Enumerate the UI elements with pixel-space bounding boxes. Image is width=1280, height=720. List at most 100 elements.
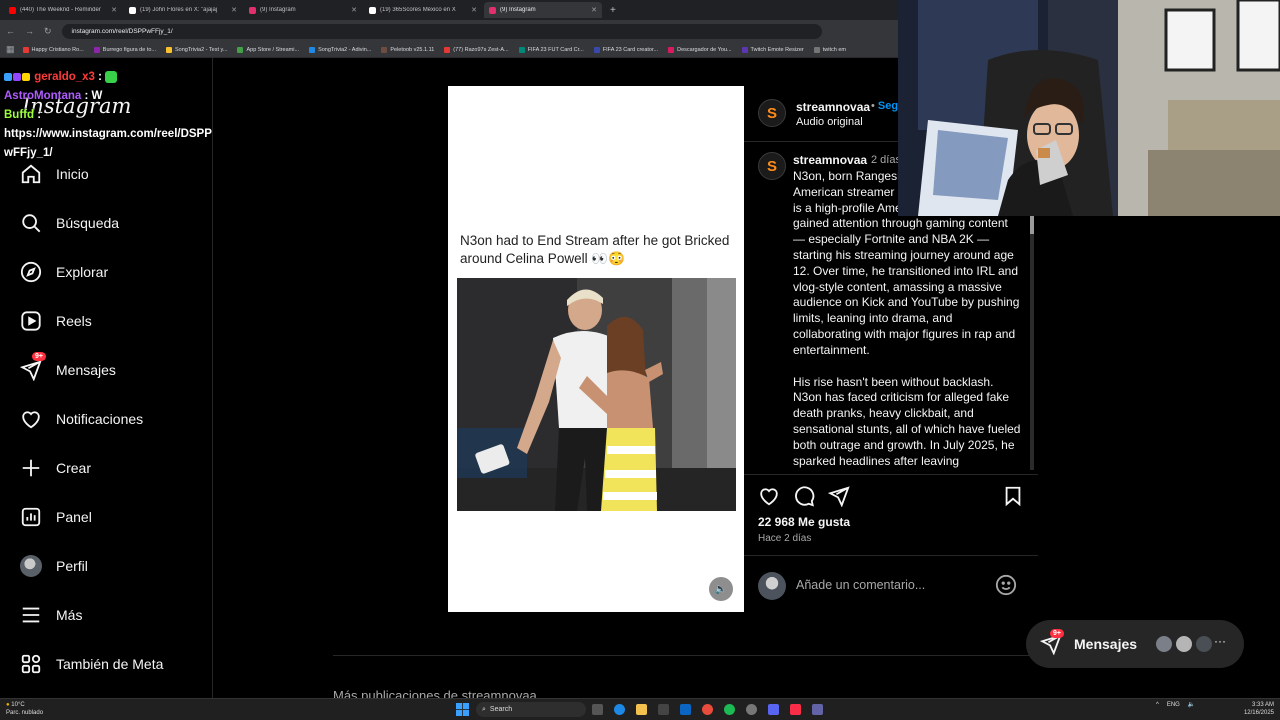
- tab-title: (9) Instagram: [500, 7, 536, 13]
- sidebar-item-label: También de Meta: [56, 656, 164, 672]
- bookmark-item[interactable]: Descargador de You...: [668, 46, 732, 53]
- bookmark-item[interactable]: Peletoob v25.1.11: [381, 46, 434, 53]
- messages-badge: 9+: [1050, 629, 1064, 638]
- sidebar-item-label: Notificaciones: [56, 411, 144, 427]
- likes-count[interactable]: 22 968 Me gusta: [758, 515, 850, 529]
- webcam-image: [898, 0, 1280, 216]
- sidebar-item-mas[interactable]: Más: [20, 602, 82, 628]
- sidebar-item-busqueda[interactable]: Búsqueda: [20, 210, 119, 236]
- chat-text: :: [37, 109, 42, 121]
- close-icon[interactable]: ✕: [351, 6, 357, 14]
- task-view-icon[interactable]: [592, 704, 603, 715]
- favicon-icon: [93, 46, 100, 53]
- meta-icon: [21, 654, 41, 674]
- taskbar-search[interactable]: ⌕ Search: [476, 702, 586, 717]
- author-avatar[interactable]: S: [758, 99, 786, 127]
- comment-author-avatar[interactable]: S: [758, 152, 786, 180]
- reel-caption-text: N3on had to End Stream after he got Bric…: [460, 233, 730, 266]
- reel-player[interactable]: N3on had to End Stream after he got Bric…: [448, 86, 744, 612]
- tab-title: (440) The Weeknd - Reminder: [20, 7, 101, 13]
- home-icon: [21, 164, 41, 184]
- sidebar-item-label: Reels: [56, 313, 92, 329]
- sidebar-item-inicio[interactable]: Inicio: [20, 161, 89, 187]
- sidebar-item-tambien-de-meta[interactable]: También de Meta: [20, 651, 163, 677]
- url-input[interactable]: instagram.com/reel/DSPPwFFjy_1/: [61, 23, 822, 39]
- close-icon[interactable]: ✕: [231, 6, 237, 14]
- music-icon[interactable]: [790, 704, 801, 715]
- teams-icon[interactable]: [812, 704, 823, 715]
- new-tab-button[interactable]: +: [610, 5, 616, 16]
- bookmark-icon[interactable]: [1002, 485, 1024, 507]
- messages-floating-button[interactable]: 9+ Mensajes ···: [1026, 620, 1244, 668]
- sidebar-item-crear[interactable]: Crear: [20, 455, 91, 481]
- reload-icon[interactable]: ↻: [44, 26, 52, 37]
- sidebar-item-explorar[interactable]: Explorar: [20, 259, 108, 285]
- windows-start-icon[interactable]: [456, 703, 469, 716]
- favicon-icon: [489, 6, 496, 14]
- favicon-icon: [444, 46, 451, 53]
- like-heart-icon[interactable]: [758, 485, 780, 507]
- bookmark-item[interactable]: (77) Razo97s Zest-A...: [444, 46, 509, 53]
- system-tray[interactable]: ^ ENG 🔈: [1156, 701, 1195, 709]
- mute-button[interactable]: 🔈: [709, 577, 733, 601]
- bookmark-item[interactable]: App Store / Streami...: [237, 46, 299, 53]
- browser-tab[interactable]: (19) 365Scores México en X ✕: [364, 2, 482, 18]
- caption-scrollbar[interactable]: [1030, 204, 1034, 470]
- comment-author-username[interactable]: streamnovaa: [793, 153, 867, 167]
- bookmark-item[interactable]: FIFA 23 Card creator...: [593, 46, 658, 53]
- spotify-icon[interactable]: [724, 704, 735, 715]
- bookmark-item[interactable]: SongTrivia2 - Adivin...: [309, 46, 371, 53]
- obs-icon[interactable]: [746, 704, 757, 715]
- chat-message: AstroMontana : W: [4, 87, 214, 106]
- sidebar-item-reels[interactable]: Reels: [20, 308, 92, 334]
- bookmark-item[interactable]: twitch em: [813, 46, 846, 53]
- emoji-icon[interactable]: [995, 574, 1017, 596]
- taskbar-clock[interactable]: 3:33 AM 12/16/2025: [1236, 701, 1274, 717]
- bookmark-item[interactable]: Twitch Emote Resizer: [741, 46, 804, 53]
- sidebar-item-panel[interactable]: Panel: [20, 504, 92, 530]
- file-explorer-icon[interactable]: [636, 704, 647, 715]
- bookmark-item[interactable]: SongTrivia2 - Test y...: [166, 46, 227, 53]
- close-icon[interactable]: ✕: [471, 6, 477, 14]
- sidebar-item-perfil[interactable]: Perfil: [20, 553, 88, 579]
- comment-input[interactable]: Añade un comentario...: [796, 578, 925, 592]
- bookmark-item[interactable]: FIFA 23 FUT Card Cr...: [518, 46, 584, 53]
- badge-icon: [22, 72, 30, 81]
- browser-tab[interactable]: (440) The Weeknd - Reminder ✕: [4, 2, 122, 18]
- dot-separator: •: [871, 100, 878, 112]
- post-age: Hace 2 días: [758, 533, 812, 544]
- tab-strip: (440) The Weeknd - Reminder ✕ (19) John Fl…: [4, 2, 604, 18]
- chrome-icon[interactable]: [702, 704, 713, 715]
- favicon-icon: [129, 6, 136, 14]
- caption-paragraph: His rise hasn't been without backlash. N…: [793, 374, 1021, 468]
- close-icon[interactable]: ✕: [591, 6, 597, 14]
- mail-icon[interactable]: [680, 704, 691, 715]
- comment-bubble-icon[interactable]: [793, 485, 815, 507]
- apps-icon[interactable]: ▦: [6, 44, 15, 55]
- weather-widget[interactable]: ● 10°C Parc. nublado: [6, 701, 43, 717]
- audio-link[interactable]: Audio original: [796, 116, 863, 128]
- back-icon[interactable]: ←: [6, 26, 15, 36]
- reel-video-frame[interactable]: [457, 278, 736, 511]
- sidebar-item-mensajes[interactable]: 9+ Mensajes: [20, 352, 116, 383]
- browser-tab[interactable]: (19) John Flores en X: "ajajaj ✕: [124, 2, 242, 18]
- chat-message: geraldo_x3 :: [4, 68, 214, 87]
- more-dots-icon: ···: [1214, 634, 1226, 648]
- bookmark-item[interactable]: Burrego figura de to...: [93, 46, 156, 53]
- favicon-icon: [813, 46, 820, 53]
- browser-tab[interactable]: (9) Instagram ✕: [244, 2, 362, 18]
- forward-icon[interactable]: →: [25, 26, 34, 36]
- store-icon[interactable]: [658, 704, 669, 715]
- browser-tab[interactable]: (9) Instagram ✕: [484, 2, 602, 18]
- close-icon[interactable]: ✕: [111, 6, 117, 14]
- favicon-icon: [381, 46, 388, 53]
- author-username[interactable]: streamnovaa: [796, 100, 870, 114]
- windows-taskbar: ● 10°C Parc. nublado ⌕ Search ^ ENG 🔈 3:…: [0, 698, 1280, 720]
- edge-icon[interactable]: [614, 704, 625, 715]
- bookmark-item[interactable]: Happy Cristiano Ro...: [22, 46, 84, 53]
- speaker-icon: 🔈: [714, 583, 728, 595]
- favicon-icon: [668, 46, 675, 53]
- discord-icon[interactable]: [768, 704, 779, 715]
- sidebar-item-notificaciones[interactable]: Notificaciones: [20, 406, 143, 432]
- share-icon[interactable]: [828, 485, 850, 507]
